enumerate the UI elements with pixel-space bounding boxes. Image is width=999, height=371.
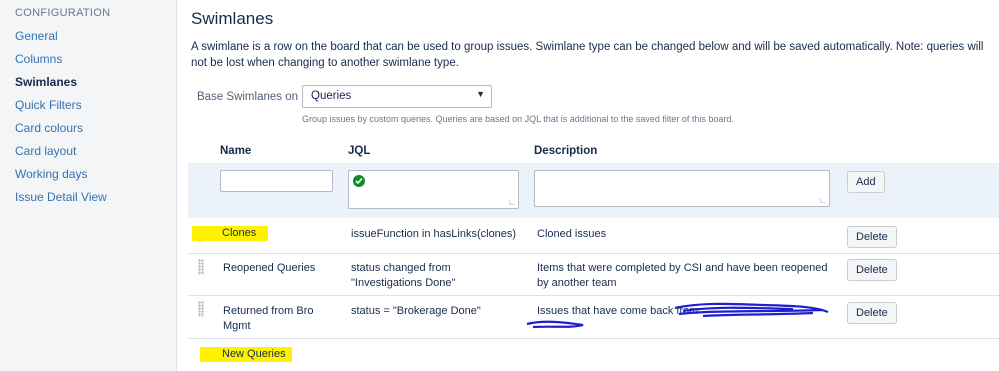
page-description: A swimlane is a row on the board that ca… — [191, 41, 984, 69]
main-content: Swimlanes A swimlane is a row on the boa… — [178, 0, 999, 371]
swimlane-name: Returned from Bro Mgmt — [223, 305, 314, 332]
new-name-input[interactable] — [220, 170, 333, 192]
swimlane-jql: status = "Brokerage Done" — [351, 305, 481, 317]
jql-valid-check-icon — [353, 175, 365, 187]
new-jql-textarea[interactable]: ∟ — [348, 170, 519, 209]
resize-handle-icon[interactable]: ∟ — [508, 199, 516, 207]
sidebar-section-title: CONFIGURATION — [15, 7, 111, 19]
swimlane-description: Cloned issues — [537, 228, 607, 240]
dropdown-arrow-icon: ▼ — [476, 89, 485, 99]
sidebar-item-columns[interactable]: Columns — [15, 52, 62, 66]
column-header-description: Description — [534, 145, 598, 157]
sidebar-item-working-days[interactable]: Working days — [15, 167, 87, 181]
sidebar-item-general[interactable]: General — [15, 29, 58, 43]
sidebar-item-issue-detail-view[interactable]: Issue Detail View — [15, 190, 107, 204]
swimlane-name: Reopened Queries — [223, 262, 316, 274]
swimlane-jql: issueFunction in hasLinks(clones) — [351, 228, 517, 240]
new-description-textarea[interactable]: ∟ — [534, 170, 830, 207]
column-header-name: Name — [220, 145, 252, 157]
base-swimlanes-select[interactable]: Queries ▼ — [302, 85, 492, 108]
sidebar: CONFIGURATION General Columns Swimlanes … — [0, 0, 177, 371]
drag-handle-icon[interactable] — [198, 301, 204, 317]
base-swimlanes-selected: Queries — [311, 90, 352, 102]
new-queries-label: New Queries — [200, 347, 292, 362]
row-divider — [188, 338, 999, 339]
delete-button[interactable]: Delete — [847, 259, 897, 281]
swimlane-jql: status changed from "Investigations Done… — [351, 262, 456, 289]
row-divider — [188, 295, 999, 296]
sidebar-item-quick-filters[interactable]: Quick Filters — [15, 98, 82, 112]
add-button[interactable]: Add — [847, 171, 885, 193]
delete-button[interactable]: Delete — [847, 226, 897, 248]
add-swimlane-row: ∟ ∟ Add — [188, 163, 999, 218]
base-swimlanes-label: Base Swimlanes on — [197, 91, 298, 103]
drag-handle-icon[interactable] — [198, 259, 204, 275]
column-header-jql: JQL — [348, 145, 371, 157]
row-divider — [188, 253, 999, 254]
swimlane-description: Issues that have come back from — [537, 305, 699, 317]
sidebar-item-card-layout[interactable]: Card layout — [15, 144, 76, 158]
delete-button[interactable]: Delete — [847, 302, 897, 324]
sidebar-item-swimlanes[interactable]: Swimlanes — [15, 75, 77, 89]
sidebar-item-card-colours[interactable]: Card colours — [15, 121, 83, 135]
resize-handle-icon[interactable]: ∟ — [819, 197, 827, 205]
page-title: Swimlanes — [191, 9, 274, 28]
swimlane-name: Clones — [192, 226, 269, 241]
base-swimlanes-hint: Group issues by custom queries. Queries … — [302, 114, 734, 124]
swimlane-description: Items that were completed by CSI and hav… — [537, 262, 828, 289]
